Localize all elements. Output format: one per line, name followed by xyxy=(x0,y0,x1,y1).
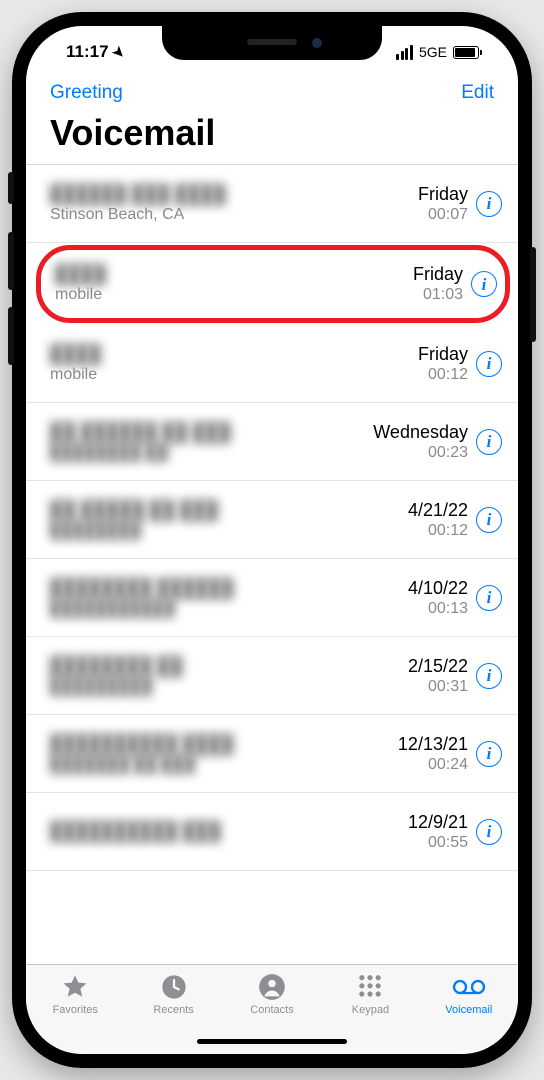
voicemail-date: 12/9/21 xyxy=(408,812,468,833)
tab-label: Voicemail xyxy=(445,1004,492,1016)
voicemail-date: Friday xyxy=(413,264,463,285)
voicemail-row[interactable]: ██████████ ███12/9/2100:55 i xyxy=(26,793,518,871)
info-button[interactable]: i xyxy=(476,191,502,217)
voicemail-subtitle: ███████ ██ ███ xyxy=(50,756,398,774)
voicemail-duration: 00:13 xyxy=(408,600,468,618)
tab-label: Keypad xyxy=(352,1004,389,1016)
voicemail-date: 12/13/21 xyxy=(398,734,468,755)
voicemail-duration: 00:07 xyxy=(418,206,468,224)
voicemail-list[interactable]: ██████ ███ ████Stinson Beach, CAFriday00… xyxy=(26,164,518,964)
voicemail-duration: 00:12 xyxy=(408,522,468,540)
info-button[interactable]: i xyxy=(471,271,497,297)
voicemail-duration: 00:31 xyxy=(408,678,468,696)
battery-icon xyxy=(453,46,482,59)
voicemail-date: Friday xyxy=(418,344,468,365)
voicemail-subtitle: ████████ xyxy=(50,522,408,540)
voicemail-row[interactable]: ████mobileFriday01:03 i xyxy=(36,245,510,323)
voicemail-caller: ██████ ███ ████ xyxy=(50,184,418,205)
voicemail-subtitle: █████████ xyxy=(50,678,408,696)
voicemail-duration: 01:03 xyxy=(413,286,463,304)
volume-up-button xyxy=(8,232,14,290)
voicemail-row[interactable]: ██████████ ███████████ ██ ███12/13/2100:… xyxy=(26,715,518,793)
voicemail-row[interactable]: ████mobileFriday00:12 i xyxy=(26,325,518,403)
voicemail-duration: 00:55 xyxy=(408,834,468,852)
voicemail-caller: ████ xyxy=(50,344,418,365)
info-button[interactable]: i xyxy=(476,351,502,377)
voicemail-duration: 00:24 xyxy=(398,756,468,774)
info-button[interactable]: i xyxy=(476,507,502,533)
location-services-icon: ➤ xyxy=(108,42,128,62)
person-icon xyxy=(258,973,286,1001)
voicemail-subtitle: ███████████ xyxy=(50,600,408,618)
voicemail-caller: ████████ ██ xyxy=(50,656,408,677)
voicemail-row[interactable]: ██ ██████ ██ ███████████ ██Wednesday00:2… xyxy=(26,403,518,481)
voicemail-caller: ██ ██████ ██ ███ xyxy=(50,422,373,443)
voicemail-subtitle: mobile xyxy=(55,286,413,304)
page-title: Voicemail xyxy=(26,106,518,164)
volume-down-button xyxy=(8,307,14,365)
speaker-grille xyxy=(247,39,297,45)
edit-button[interactable]: Edit xyxy=(461,82,494,104)
voicemail-row[interactable]: ████████ █████████████████4/10/2200:13 i xyxy=(26,559,518,637)
network-type-label: 5GE xyxy=(419,44,447,60)
cellular-signal-icon xyxy=(396,45,413,60)
voicemail-row[interactable]: ████████ ███████████2/15/2200:31 i xyxy=(26,637,518,715)
voicemail-subtitle: mobile xyxy=(50,366,418,384)
home-indicator[interactable] xyxy=(197,1039,347,1044)
info-button[interactable]: i xyxy=(476,819,502,845)
tab-label: Favorites xyxy=(53,1004,98,1016)
front-camera xyxy=(312,38,322,48)
status-time: 11:17 xyxy=(66,42,109,62)
voicemail-caller: ██████████ ████ xyxy=(50,734,398,755)
voicemail-date: Wednesday xyxy=(373,422,468,443)
voicemail-icon xyxy=(452,973,486,1001)
tab-favorites[interactable]: Favorites xyxy=(26,973,124,1054)
voicemail-caller: ██████████ ███ xyxy=(50,821,408,842)
voicemail-date: 4/10/22 xyxy=(408,578,468,599)
voicemail-date: Friday xyxy=(418,184,468,205)
mute-switch xyxy=(8,172,14,204)
voicemail-caller: ██ █████ ██ ███ xyxy=(50,500,408,521)
info-button[interactable]: i xyxy=(476,429,502,455)
tab-label: Recents xyxy=(153,1004,193,1016)
info-button[interactable]: i xyxy=(476,585,502,611)
voicemail-row[interactable]: ██████ ███ ████Stinson Beach, CAFriday00… xyxy=(26,165,518,243)
voicemail-row[interactable]: ██ █████ ██ ███████████4/21/2200:12 i xyxy=(26,481,518,559)
phone-frame: 11:17 ➤ 5GE Greeting Edit Voicemail ████… xyxy=(12,12,532,1068)
voicemail-date: 4/21/22 xyxy=(408,500,468,521)
voicemail-duration: 00:23 xyxy=(373,444,468,462)
voicemail-caller: ████████ ██████ xyxy=(50,578,408,599)
nav-row: Greeting Edit xyxy=(26,78,518,106)
tab-voicemail[interactable]: Voicemail xyxy=(420,973,518,1054)
info-button[interactable]: i xyxy=(476,663,502,689)
power-button xyxy=(530,247,536,342)
voicemail-date: 2/15/22 xyxy=(408,656,468,677)
clock-icon xyxy=(160,973,188,1001)
notch xyxy=(162,26,382,60)
keypad-icon xyxy=(356,973,384,1001)
info-button[interactable]: i xyxy=(476,741,502,767)
voicemail-subtitle: Stinson Beach, CA xyxy=(50,206,418,224)
voicemail-duration: 00:12 xyxy=(418,366,468,384)
voicemail-subtitle: ████████ ██ xyxy=(50,444,373,462)
greeting-button[interactable]: Greeting xyxy=(50,82,123,104)
screen: 11:17 ➤ 5GE Greeting Edit Voicemail ████… xyxy=(26,26,518,1054)
voicemail-caller: ████ xyxy=(55,264,413,285)
star-icon xyxy=(61,973,89,1001)
tab-label: Contacts xyxy=(250,1004,293,1016)
